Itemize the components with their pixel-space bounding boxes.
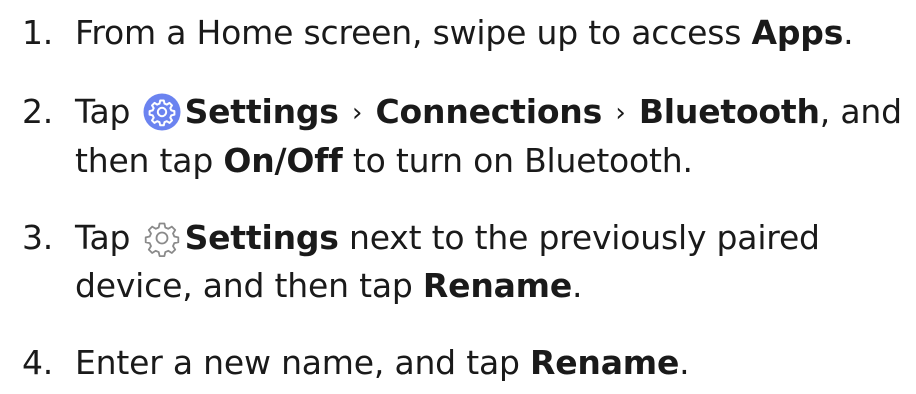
step-text-part: Tap: [75, 218, 131, 257]
settings-term: Settings: [184, 218, 339, 257]
step-text-part: Tap: [75, 92, 131, 131]
step-text-part: to turn on Bluetooth.: [342, 141, 693, 180]
step-text-part: .: [572, 266, 583, 305]
step-text: Tap Settings › Connections › Bluetooth, …: [75, 88, 902, 185]
step-number: 3.: [22, 218, 54, 257]
step-number: 2.: [22, 92, 54, 131]
step-1: 1. From a Home screen, swipe up to acces…: [22, 9, 902, 57]
rename-term: Rename: [530, 343, 680, 382]
step-3: 3. Tap Settings next to the previously p…: [22, 214, 902, 310]
step-text-part: .: [843, 13, 854, 52]
rename-term: Rename: [422, 266, 573, 305]
breadcrumb-separator: ›: [615, 98, 626, 128]
step-text-part: Enter a new name, and tap: [75, 343, 531, 382]
step-2: 2. Tap Settings › Connections › Bluetoot…: [22, 88, 902, 185]
step-text: Enter a new name, and tap Rename.: [75, 339, 902, 387]
step-4: 4. Enter a new name, and tap Rename.: [22, 339, 902, 387]
breadcrumb-separator: ›: [352, 98, 363, 128]
connections-term: Connections: [375, 92, 603, 131]
step-text-part: From a Home screen, swipe up to access: [75, 13, 752, 52]
step-number: 4.: [22, 343, 54, 382]
apps-term: Apps: [751, 13, 844, 52]
step-text: From a Home screen, swipe up to access A…: [75, 9, 902, 57]
instruction-steps: 1. From a Home screen, swipe up to acces…: [0, 0, 916, 394]
bluetooth-term: Bluetooth: [638, 92, 820, 131]
settings-gear-outline-icon: [143, 219, 181, 257]
step-text: Tap Settings next to the previously pair…: [75, 214, 902, 310]
onoff-term: On/Off: [223, 141, 343, 180]
step-number: 1.: [22, 13, 54, 52]
step-text-part: .: [679, 343, 690, 382]
settings-gear-filled-icon: [143, 93, 181, 131]
settings-term: Settings: [184, 92, 339, 131]
